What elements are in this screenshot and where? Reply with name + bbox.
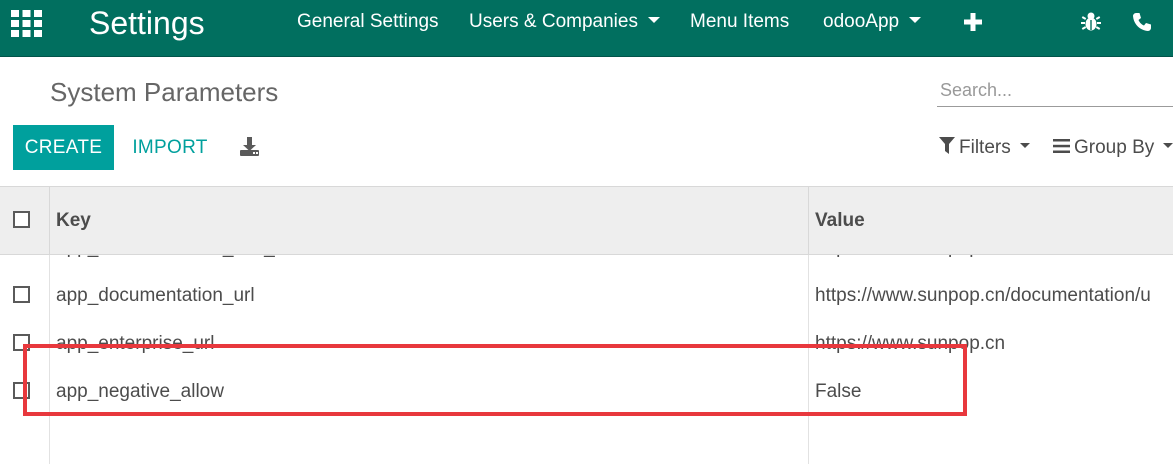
- row-checkbox[interactable]: [13, 334, 30, 351]
- chevron-down-icon: [1019, 143, 1030, 149]
- list-icon: [1053, 138, 1070, 153]
- chevron-down-icon: [1163, 143, 1173, 149]
- row-checkbox[interactable]: [13, 286, 30, 303]
- apps-grid-icon[interactable]: [11, 10, 42, 37]
- cell-value: https://www.sunpop.cn/documentation/u: [815, 285, 1151, 306]
- create-button[interactable]: CREATE: [13, 125, 114, 170]
- chevron-down-icon: [909, 16, 922, 23]
- column-divider: [808, 320, 809, 368]
- filter-icon: [939, 137, 955, 155]
- column-divider: [49, 416, 50, 464]
- group-by-dropdown[interactable]: Group By: [1053, 137, 1173, 159]
- menu-odooapp[interactable]: odooApp: [823, 10, 922, 34]
- cell-key: app_enterprise_url: [56, 333, 215, 354]
- column-divider: [49, 187, 50, 254]
- table-row[interactable]: app_enterprise_url https://www.sunpop.cn: [0, 320, 1173, 369]
- bug-icon[interactable]: [1080, 11, 1102, 33]
- select-all-checkbox[interactable]: [13, 211, 30, 228]
- column-divider: [808, 416, 809, 464]
- plus-icon[interactable]: [963, 12, 983, 32]
- phone-icon[interactable]: [1131, 11, 1153, 33]
- table-row[interactable]: app_documentation_url https://www.sunpop…: [0, 272, 1173, 321]
- table-row[interactable]: [0, 416, 1173, 464]
- app-title[interactable]: Settings: [89, 3, 205, 43]
- import-button[interactable]: IMPORT: [122, 125, 218, 170]
- menu-menu-items-label: Menu Items: [690, 11, 790, 32]
- cell-value: False: [815, 381, 862, 402]
- column-header-key[interactable]: Key: [56, 210, 91, 232]
- menu-general-settings[interactable]: General Settings: [297, 10, 439, 34]
- column-header-value[interactable]: Value: [815, 210, 865, 232]
- menu-users-companies-label: Users & Companies: [469, 11, 638, 32]
- table-header: Key Value: [0, 186, 1173, 255]
- group-by-label: Group By: [1074, 137, 1155, 158]
- cell-key: app_negative_allow: [56, 381, 224, 402]
- menu-odooapp-label: odooApp: [823, 11, 900, 32]
- menu-users-companies[interactable]: Users & Companies: [469, 10, 660, 34]
- top-navbar: Settings General Settings Users & Compan…: [0, 0, 1173, 57]
- cell-key: app_documentation_url: [56, 285, 255, 306]
- filters-dropdown[interactable]: Filters: [939, 137, 1030, 159]
- column-divider: [808, 187, 809, 254]
- column-divider: [808, 272, 809, 320]
- column-divider: [49, 368, 50, 416]
- chevron-down-icon: [647, 16, 660, 23]
- cell-value: https://www.sunpop.cn: [815, 333, 1006, 354]
- column-divider: [808, 368, 809, 416]
- filters-label: Filters: [959, 137, 1011, 158]
- page-title: System Parameters: [50, 77, 279, 107]
- menu-menu-items[interactable]: Menu Items: [690, 10, 789, 34]
- row-checkbox[interactable]: [13, 382, 30, 399]
- table-row[interactable]: app_negative_allow False: [0, 368, 1173, 417]
- menu-general-settings-label: General Settings: [297, 11, 439, 32]
- search-input[interactable]: [937, 74, 1173, 107]
- download-icon[interactable]: [239, 136, 260, 157]
- column-divider: [49, 320, 50, 368]
- column-divider: [49, 272, 50, 320]
